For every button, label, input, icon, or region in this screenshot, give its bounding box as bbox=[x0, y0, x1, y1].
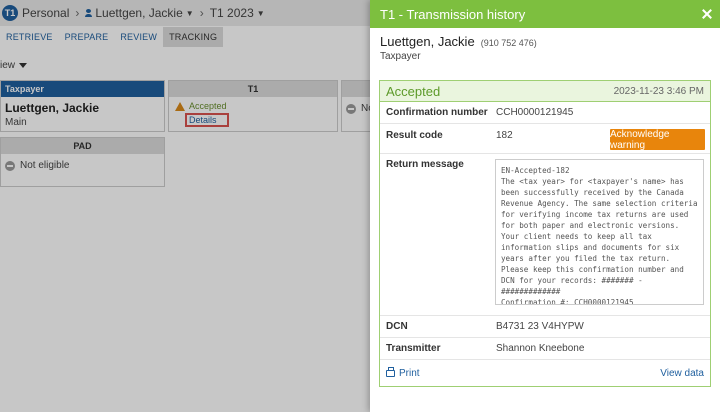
panel-footer: Print View data bbox=[380, 360, 710, 386]
close-icon[interactable] bbox=[702, 9, 712, 19]
transmission-status: Accepted bbox=[386, 83, 441, 99]
print-button[interactable]: Print bbox=[386, 366, 420, 379]
return-message-text: EN-Accepted-182 The <tax year> for <taxp… bbox=[494, 159, 704, 305]
confirmation-value: CCH0000121945 bbox=[496, 107, 574, 118]
panel-taxpayer-sin: (910 752 476) bbox=[480, 38, 537, 48]
dcn-value: B4731 23 V4HYPW bbox=[496, 321, 584, 332]
dcn-label: DCN bbox=[386, 321, 408, 332]
transmitter-label: Transmitter bbox=[386, 343, 441, 354]
transmission-history-panel: T1 - Transmission history Luettgen, Jack… bbox=[370, 0, 720, 412]
panel-header: T1 - Transmission history bbox=[370, 0, 720, 28]
view-data-link[interactable]: View data bbox=[660, 368, 704, 379]
confirmation-row: Confirmation number CCH0000121945 bbox=[380, 102, 710, 124]
transmission-record: Accepted 2023-11-23 3:46 PM Confirmation… bbox=[379, 80, 711, 387]
return-message-label: Return message bbox=[386, 159, 464, 170]
confirmation-label: Confirmation number bbox=[386, 107, 488, 118]
panel-title: T1 - Transmission history bbox=[380, 6, 526, 22]
transmission-status-bar: Accepted 2023-11-23 3:46 PM bbox=[380, 81, 710, 102]
return-message-row: Return message EN-Accepted-182 The <tax … bbox=[380, 154, 710, 316]
print-icon bbox=[386, 366, 395, 377]
result-code-label: Result code bbox=[386, 130, 443, 141]
transmission-date: 2023-11-23 3:46 PM bbox=[613, 85, 704, 97]
transmitter-row: Transmitter Shannon Kneebone bbox=[380, 338, 710, 360]
transmitter-value: Shannon Kneebone bbox=[496, 343, 585, 354]
panel-taxpayer-name: Luettgen, Jackie bbox=[380, 34, 475, 49]
panel-taxpayer: Luettgen, Jackie (910 752 476) Taxpayer bbox=[370, 28, 720, 68]
print-label: Print bbox=[399, 367, 420, 379]
dcn-row: DCN B4731 23 V4HYPW bbox=[380, 316, 710, 338]
panel-taxpayer-role: Taxpayer bbox=[380, 51, 421, 62]
acknowledge-warning-button[interactable]: Acknowledge warning bbox=[610, 129, 705, 151]
